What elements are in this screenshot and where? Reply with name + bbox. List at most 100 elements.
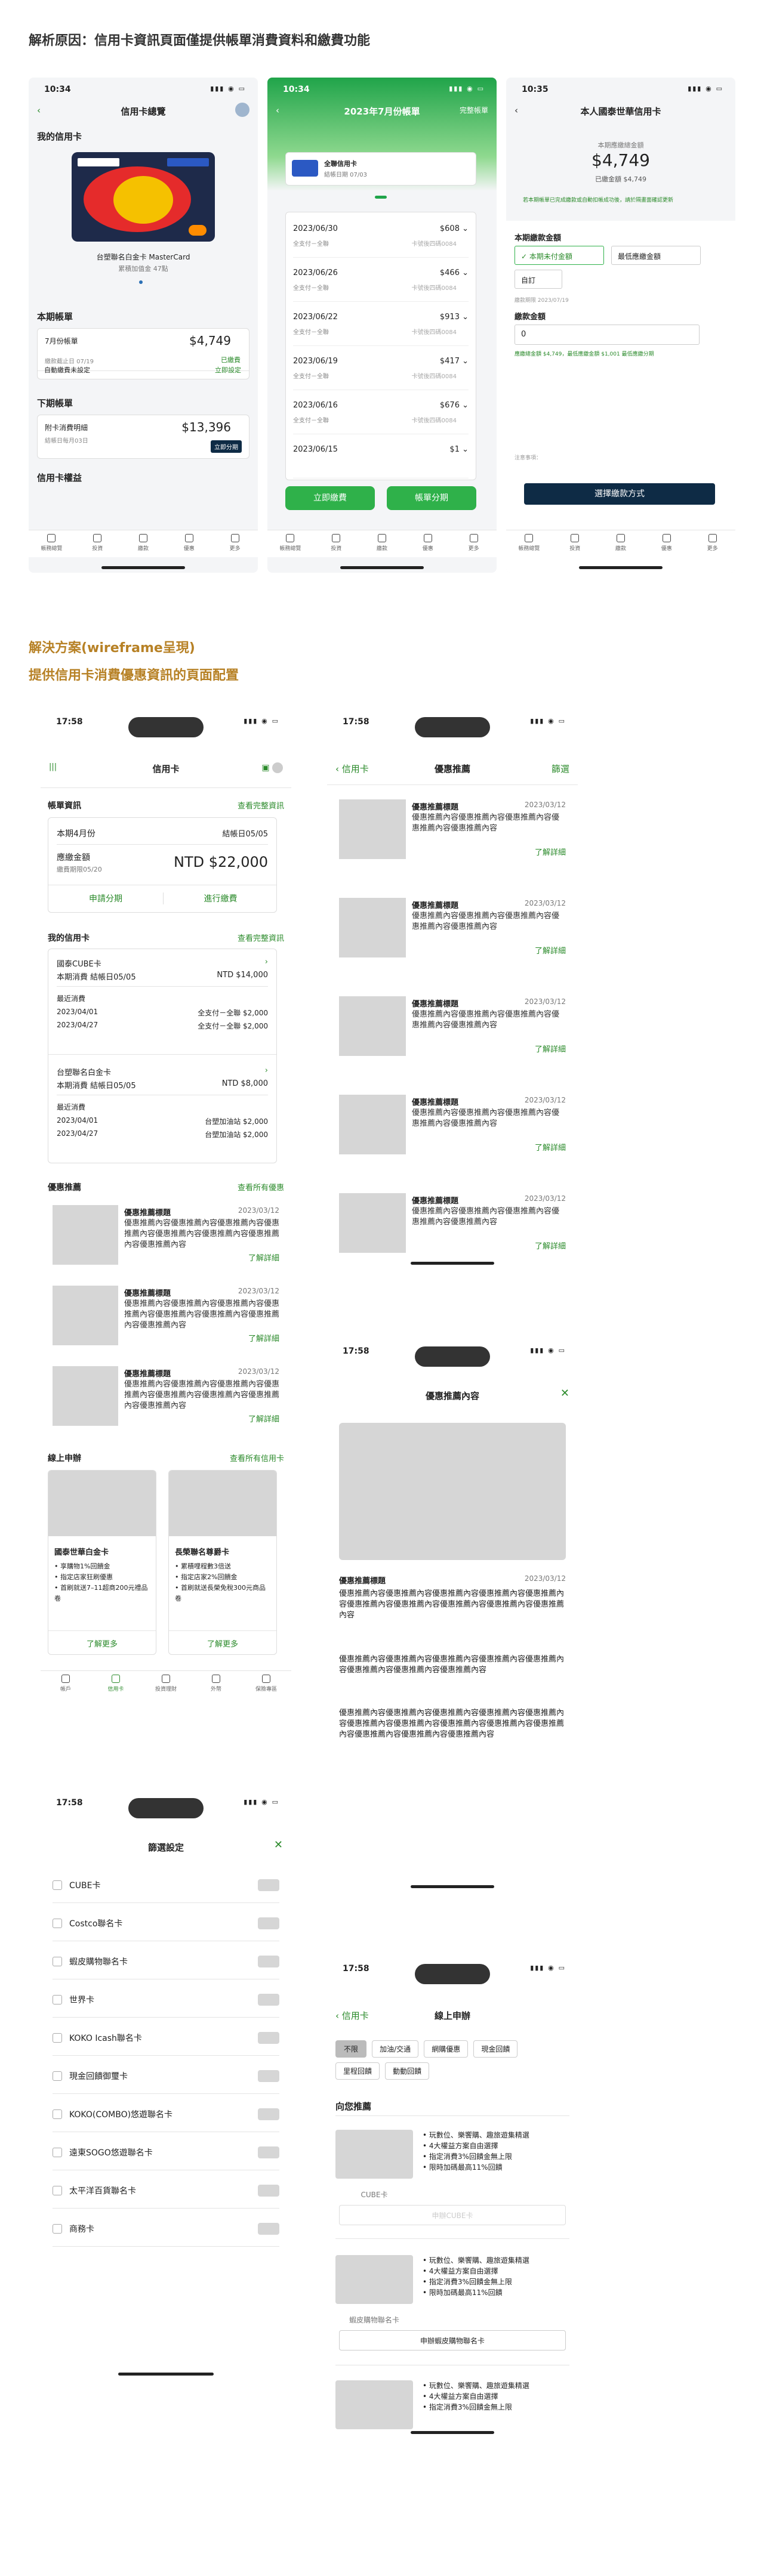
tab-credit[interactable]: 信用卡 <box>91 1671 141 1698</box>
pay-amount-input[interactable]: 0 <box>515 325 700 345</box>
transaction-row[interactable]: 2023/06/30 $608 ⌄ 全支付－全聯 卡號後四碼0084 <box>293 218 469 258</box>
promo-item[interactable]: 優惠推薦標題 2023/03/12 優惠推薦內容優惠推薦內容優惠推薦內容優惠推薦內容… <box>339 799 566 868</box>
learn-more-link[interactable]: 了解詳細 <box>248 1252 279 1263</box>
checkbox[interactable] <box>53 1957 62 1966</box>
checkbox[interactable] <box>53 2109 62 2119</box>
learn-more-link[interactable]: 了解詳細 <box>248 1413 279 1424</box>
checkbox[interactable] <box>53 2224 62 2234</box>
chip-cash[interactable]: 現金回饋 <box>473 2040 518 2058</box>
tab-pay[interactable]: 繳款 <box>121 530 167 557</box>
learn-more-link[interactable]: 了解詳細 <box>535 944 566 956</box>
tab-invest[interactable]: 投資理財 <box>141 1671 191 1698</box>
apply-installment-button[interactable]: 申請分期 <box>48 892 163 904</box>
tab-invest[interactable]: 投資 <box>552 530 598 557</box>
promo-item[interactable]: 優惠推薦標題 2023/03/12 優惠推薦內容優惠推薦內容優惠推薦內容優惠推薦內容… <box>339 898 566 966</box>
apply-more-link[interactable]: 查看所有信用卡 <box>230 1452 284 1463</box>
close-icon[interactable]: ✕ <box>274 1839 283 1851</box>
promo-item[interactable]: 優惠推薦標題 2023/03/12 優惠推薦內容優惠推薦內容優惠推薦內容優惠推薦內容… <box>53 1286 279 1354</box>
card-selector[interactable]: 全聯信用卡 結帳日期 07/03 <box>285 152 476 186</box>
promo-item[interactable]: 優惠推薦標題 2023/03/12 優惠推薦內容優惠推薦內容優惠推薦內容優惠推薦內容… <box>53 1366 279 1435</box>
pay-now-button[interactable]: 立即繳費 <box>285 486 375 510</box>
learn-more-link[interactable]: 了解詳細 <box>535 1141 566 1153</box>
checkbox[interactable] <box>53 2186 62 2195</box>
transaction-row[interactable]: 2023/06/22 $913 ⌄ 全支付－全聯 卡號後四碼0084 <box>293 307 469 346</box>
option-minimum[interactable]: 最低應繳金額 <box>611 246 701 265</box>
promo-item[interactable]: 優惠推薦標題 2023/03/12 優惠推薦內容優惠推薦內容優惠推薦內容優惠推薦內容… <box>339 1193 566 1262</box>
filter-option[interactable]: 蝦皮購物聯名卡 <box>53 1944 279 1979</box>
apply-card-1[interactable]: 國泰世華白金卡 • 享購物1%回饋金 • 指定店家狂刷優惠 • 首刷就送7–11超商… <box>48 1470 156 1655</box>
learn-more-link[interactable]: 了解詳細 <box>535 1240 566 1251</box>
full-bill-link[interactable]: 完整帳單 <box>460 105 488 115</box>
tab-pay[interactable]: 繳款 <box>359 530 405 557</box>
promo-item[interactable]: 優惠推薦標題 2023/03/12 優惠推薦內容優惠推薦內容優惠推薦內容優惠推薦內容… <box>339 1095 566 1163</box>
checkbox[interactable] <box>53 2071 62 2081</box>
tab-overview[interactable]: 帳務總覽 <box>29 530 75 557</box>
tab-invest[interactable]: 投資 <box>313 530 359 557</box>
scan-icon[interactable]: ▣ <box>261 762 283 773</box>
apply-shopee-button[interactable]: 申辦蝦皮購物聯名卡 <box>339 2330 566 2350</box>
option-custom[interactable]: 自訂 <box>515 270 562 289</box>
cards-more-link[interactable]: 查看完整資訊 <box>238 932 284 943</box>
choose-payment-button[interactable]: 選擇繳款方式 <box>524 483 715 505</box>
learn-more-link[interactable]: 了解詳細 <box>535 846 566 857</box>
tab-offers[interactable]: 優惠 <box>166 530 212 557</box>
card-cube[interactable]: 國泰CUBE卡 › 本期消費 結帳日05/05 NTD $14,000 最近消費 2… <box>57 957 268 1047</box>
chip-all[interactable]: 不限 <box>335 2040 367 2058</box>
filter-option[interactable]: KOKO(COMBO)悠遊聯名卡 <box>53 2096 279 2132</box>
installment-button[interactable]: 立即分期 <box>211 440 242 453</box>
bill-more-link[interactable]: 查看完整資訊 <box>238 799 284 811</box>
filter-option[interactable]: KOKO Icash聯名卡 <box>53 2020 279 2056</box>
checkbox[interactable] <box>53 2148 62 2157</box>
installment-button[interactable]: 帳單分期 <box>387 486 476 510</box>
filter-option[interactable]: 商務卡 <box>53 2211 279 2247</box>
promo-item[interactable]: 優惠推薦標題 2023/03/12 優惠推薦內容優惠推薦內容優惠推薦內容優惠推薦內容… <box>339 996 566 1065</box>
checkbox[interactable] <box>53 1919 62 1928</box>
chip-move[interactable]: 動動回饋 <box>385 2062 430 2080</box>
filter-option[interactable]: 世界卡 <box>53 1982 279 2018</box>
promo-more-link[interactable]: 查看所有優惠 <box>238 1181 284 1193</box>
filter-option[interactable]: Costco聯名卡 <box>53 1905 279 1941</box>
chip-fuel[interactable]: 加油/交通 <box>372 2040 419 2058</box>
chip-miles[interactable]: 里程回饋 <box>335 2062 380 2080</box>
filter-option[interactable]: 太平洋百貨聯名卡 <box>53 2173 279 2209</box>
auto-pay-link[interactable]: 立即設定 <box>215 365 241 375</box>
transaction-row[interactable]: 2023/06/15 $1 ⌄ <box>293 439 469 478</box>
avatar[interactable] <box>235 103 249 117</box>
tab-more[interactable]: 更多 <box>689 530 735 557</box>
credit-card-image[interactable] <box>72 152 215 242</box>
tab-overview[interactable]: 帳務總覽 <box>267 530 313 557</box>
filter-option[interactable]: 現金回饋御璽卡 <box>53 2058 279 2094</box>
checkbox[interactable] <box>53 1880 62 1890</box>
tab-more[interactable]: 更多 <box>212 530 258 557</box>
card-name[interactable]: 台塑聯名白金卡 MasterCard <box>29 252 258 262</box>
learn-more-link[interactable]: 了解詳細 <box>535 1043 566 1054</box>
tab-offers[interactable]: 優惠 <box>643 530 689 557</box>
transaction-row[interactable]: 2023/06/16 $676 ⌄ 全支付－全聯 卡號後四碼0084 <box>293 395 469 434</box>
tab-overview[interactable]: 帳務總覽 <box>506 530 552 557</box>
checkbox[interactable] <box>53 2033 62 2043</box>
tab-pay[interactable]: 繳款 <box>598 530 644 557</box>
filter-option[interactable]: CUBE卡 <box>53 1867 279 1903</box>
apply-card-2[interactable]: 長榮聯名尊爵卡 • 累積哩程數3倍送 • 指定店家2%回饋金 • 首刷就送長榮免稅3… <box>168 1470 277 1655</box>
apply-cube-button[interactable]: 申辦CUBE卡 <box>339 2205 566 2225</box>
tab-account[interactable]: 帳戶 <box>41 1671 91 1698</box>
checkbox[interactable] <box>53 1995 62 2004</box>
card-formosa[interactable]: 台塑聯名白金卡 › 本期消費 結帳日05/05 NTD $8,000 最近消費 20… <box>57 1066 268 1156</box>
close-icon[interactable]: ✕ <box>560 1387 569 1400</box>
tab-more[interactable]: 更多 <box>451 530 497 557</box>
tab-invest[interactable]: 投資 <box>75 530 121 557</box>
learn-more-link[interactable]: 了解詳細 <box>248 1332 279 1343</box>
promo-item[interactable]: 優惠推薦標題 2023/03/12 優惠推薦內容優惠推薦內容優惠推薦內容優惠推薦內容… <box>53 1205 279 1274</box>
tab-insurance[interactable]: 保險專區 <box>241 1671 291 1698</box>
make-payment-button[interactable]: 進行繳費 <box>163 892 278 904</box>
tab-fx[interactable]: 外幣 <box>191 1671 241 1698</box>
filter-option[interactable]: 遠東SOGO悠遊聯名卡 <box>53 2135 279 2170</box>
filter-link[interactable]: 篩選 <box>552 762 569 775</box>
tab-offers[interactable]: 優惠 <box>405 530 451 557</box>
chip-online[interactable]: 網購優惠 <box>424 2040 469 2058</box>
installment-link[interactable]: 最低應繳分期 <box>622 351 654 357</box>
transaction-row[interactable]: 2023/06/19 $417 ⌄ 全支付－全聯 卡號後四碼0084 <box>293 351 469 390</box>
option-unpaid[interactable]: ✓ 本期未付金額 <box>515 246 604 265</box>
transaction-row[interactable]: 2023/06/26 $466 ⌄ 全支付－全聯 卡號後四碼0084 <box>293 262 469 302</box>
next-bill-card[interactable]: 附卡消費明細 結帳日每月03日 $13,396 立即分期 <box>37 415 249 459</box>
